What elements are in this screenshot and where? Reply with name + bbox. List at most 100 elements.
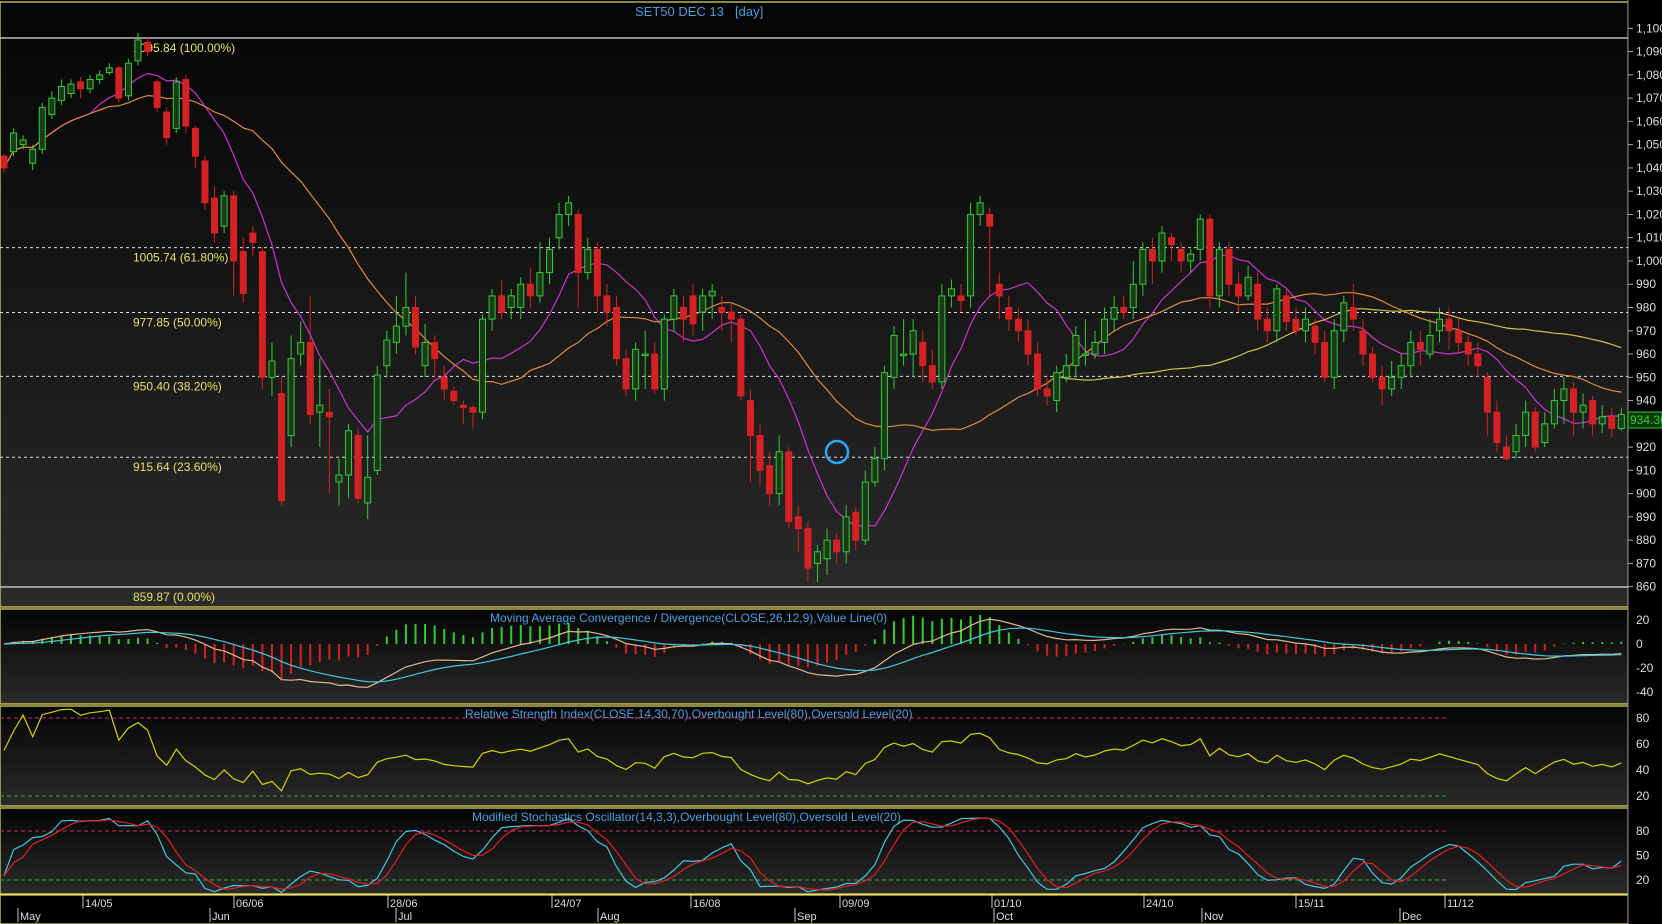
candle — [354, 428, 362, 503]
candle-body — [1043, 388, 1051, 397]
price-label: 1,050 — [1636, 138, 1662, 152]
candle-body — [373, 374, 381, 471]
candle — [861, 470, 869, 545]
candle-body — [144, 41, 152, 53]
price-label: 1,000 — [1636, 254, 1662, 268]
candle-body — [823, 539, 831, 560]
price-label: 1,020 — [1636, 207, 1662, 221]
date-label: 28/06 — [390, 898, 418, 910]
candle-body — [919, 341, 927, 367]
candle-body — [1196, 218, 1204, 250]
rsi-axis-label: 80 — [1636, 711, 1650, 725]
candle-body — [1081, 353, 1089, 357]
candle-body — [383, 339, 391, 367]
month-label: Sep — [797, 911, 817, 923]
fib-label: 950.40 (38.20%) — [133, 379, 222, 393]
candle-body — [670, 295, 678, 320]
candle-body — [890, 334, 898, 378]
candle-body — [1235, 283, 1243, 297]
price-label: 870 — [1636, 556, 1656, 570]
candle-body — [1014, 318, 1022, 332]
price-label: 950 — [1636, 370, 1656, 384]
candle-body — [967, 213, 975, 297]
candle — [153, 79, 161, 113]
candle — [1531, 407, 1539, 452]
candle-body — [1598, 416, 1606, 425]
candle-body — [1225, 248, 1233, 285]
date-label: 14/05 — [85, 898, 113, 910]
candle-body — [1292, 318, 1300, 332]
candle-body — [1550, 400, 1558, 425]
stoch-axis-label: 20 — [1636, 873, 1650, 887]
candle-body — [172, 81, 180, 129]
price-pane[interactable] — [0, 1, 1629, 608]
candle-body — [947, 288, 955, 297]
candle-body — [1273, 288, 1281, 332]
date-label: 16/08 — [693, 898, 721, 910]
candle-body — [766, 465, 774, 495]
rsi-pane[interactable] — [0, 705, 1629, 807]
candle-body — [402, 307, 410, 327]
candle-body — [10, 132, 18, 153]
candle-body — [1512, 434, 1520, 453]
candle-body — [1148, 248, 1156, 262]
candle-body — [1445, 318, 1453, 332]
candle-body — [1617, 414, 1625, 429]
candle-body — [325, 411, 333, 418]
candle-body — [86, 79, 94, 90]
candle-body — [1397, 365, 1405, 378]
candle-body — [440, 376, 448, 390]
candle-body — [153, 81, 161, 108]
candle-body — [201, 160, 209, 204]
candle — [172, 77, 180, 134]
candle-body — [1436, 318, 1443, 332]
trading-chart[interactable]: SET50 DEC 13 [day] 1095.84 (100.00%)1005… — [0, 0, 1662, 924]
rsi-axis-label: 60 — [1636, 737, 1650, 751]
candle-body — [785, 451, 793, 523]
candle-body — [1168, 237, 1176, 246]
price-label: 970 — [1636, 324, 1656, 338]
price-label: 860 — [1636, 580, 1656, 594]
stoch-axis-labels: 80 50 20 — [1636, 824, 1650, 887]
macd-title: Moving Average Convergence / Divergence(… — [490, 611, 887, 625]
candle-body — [1378, 376, 1386, 390]
candle-body — [1129, 283, 1137, 309]
candle-body — [57, 85, 65, 101]
candle-body — [38, 106, 46, 150]
candle-body — [450, 390, 458, 402]
last-price-tag: 934.30 — [1627, 411, 1662, 429]
candle-body — [861, 481, 869, 541]
candle-body — [1388, 376, 1396, 390]
candle-body — [278, 393, 286, 502]
candle-body — [1187, 253, 1195, 262]
date-label: 15/11 — [1298, 898, 1325, 910]
candle-body — [641, 353, 649, 357]
candle-body — [1359, 330, 1367, 355]
date-label: 01/10 — [994, 898, 1022, 910]
candle-body — [1369, 353, 1377, 378]
stoch-axis-label: 80 — [1636, 824, 1650, 838]
chart-title: SET50 DEC 13 — [635, 4, 724, 19]
macd-axis-label: -40 — [1636, 685, 1654, 699]
candle-body — [555, 213, 563, 239]
candle — [115, 65, 123, 103]
candle-body — [354, 434, 362, 499]
candle-body — [622, 358, 630, 390]
candle-body — [105, 67, 113, 74]
candle-body — [565, 202, 573, 215]
fib-label: 859.87 (0.00%) — [133, 590, 215, 604]
month-label: Dec — [1402, 911, 1422, 923]
candle-body — [536, 272, 544, 297]
chart-period: [day] — [735, 4, 763, 19]
candle-body — [852, 511, 860, 541]
candle — [785, 447, 793, 529]
candle-body — [287, 358, 295, 436]
candle-body — [1311, 325, 1319, 343]
month-label: Aug — [600, 911, 620, 923]
candle-body — [679, 307, 687, 320]
candle — [660, 314, 668, 401]
candle-body — [1426, 334, 1434, 355]
price-label: 1,040 — [1636, 161, 1662, 175]
candle — [373, 365, 381, 476]
price-label: 880 — [1636, 533, 1656, 547]
